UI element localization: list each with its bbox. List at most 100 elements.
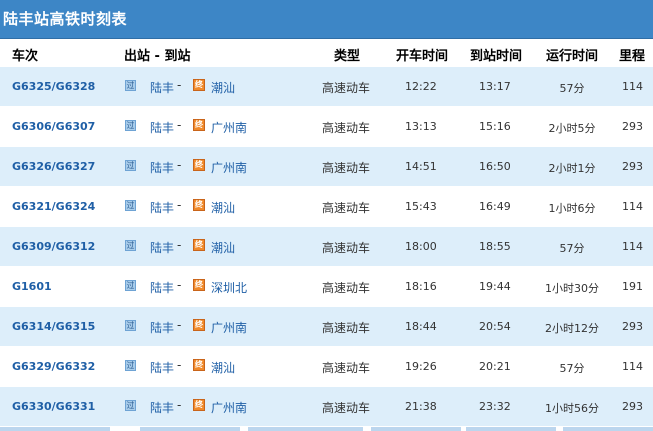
- arrival-station-link[interactable]: 潮汕: [211, 359, 235, 376]
- terminal-station-icon: 终: [193, 399, 205, 411]
- departure-station-link[interactable]: 陆丰: [150, 239, 174, 256]
- pass-station-icon: 过: [125, 280, 136, 291]
- departure-time: 14:51: [405, 160, 437, 173]
- pass-station-icon: 过: [125, 320, 136, 331]
- arrival-time: 13:17: [479, 80, 511, 93]
- table-row: G6321/G6324 过 陆丰 - 终 潮汕 高速动车 15:43 16:49…: [0, 187, 653, 227]
- departure-station-link[interactable]: 陆丰: [150, 279, 174, 296]
- route-separator: -: [177, 158, 182, 172]
- page-title: 陆丰站高铁时刻表: [3, 10, 128, 28]
- header-train: 车次: [12, 49, 39, 64]
- table-row: G6330/G6331 过 陆丰 - 终 广州南 高速动车 21:38 23:3…: [0, 387, 653, 427]
- distance: 114: [622, 80, 643, 93]
- departure-station-link[interactable]: 陆丰: [150, 199, 174, 216]
- pass-station-icon: 过: [125, 240, 136, 251]
- arrival-station-link[interactable]: 潮汕: [211, 79, 235, 96]
- train-number-link[interactable]: G6330/G6331: [12, 400, 95, 413]
- header-type: 类型: [334, 49, 361, 64]
- route-separator: -: [177, 358, 182, 372]
- train-number-link[interactable]: G6306/G6307: [12, 120, 95, 133]
- departure-station-link[interactable]: 陆丰: [150, 319, 174, 336]
- train-type: 高速动车: [322, 161, 371, 175]
- table-row: G1601 过 陆丰 - 终 深圳北 高速动车 18:16 19:44 1小时3…: [0, 267, 653, 307]
- train-number-link[interactable]: G6314/G6315: [12, 320, 95, 333]
- travel-duration: 57分: [559, 362, 585, 375]
- route-separator: -: [177, 198, 182, 212]
- arrival-time: 20:21: [479, 360, 511, 373]
- departure-time: 15:43: [405, 200, 437, 213]
- departure-time: 18:16: [405, 280, 437, 293]
- departure-station-link[interactable]: 陆丰: [150, 79, 174, 96]
- arrival-time: 16:50: [479, 160, 511, 173]
- table-header: 车次 出站 - 到站 类型 开车时间 到站时间 运行时间 里程: [0, 39, 653, 68]
- train-number-link[interactable]: G6325/G6328: [12, 80, 95, 93]
- arrival-station-link[interactable]: 广州南: [211, 399, 247, 416]
- travel-duration: 2小时1分: [548, 162, 596, 175]
- departure-time: 13:13: [405, 120, 437, 133]
- departure-station-link[interactable]: 陆丰: [150, 399, 174, 416]
- pass-station-icon: 过: [125, 360, 136, 371]
- route-separator: -: [177, 238, 182, 252]
- header-depart: 开车时间: [396, 49, 449, 64]
- route-separator: -: [177, 118, 182, 132]
- train-number-link[interactable]: G1601: [12, 280, 52, 293]
- route-separator: -: [177, 278, 182, 292]
- train-type: 高速动车: [322, 81, 371, 95]
- departure-station-link[interactable]: 陆丰: [150, 159, 174, 176]
- travel-duration: 57分: [559, 82, 585, 95]
- train-type: 高速动车: [322, 281, 371, 295]
- table-row: G6329/G6332 过 陆丰 - 终 潮汕 高速动车 19:26 20:21…: [0, 347, 653, 387]
- pass-station-icon: 过: [125, 80, 136, 91]
- arrival-time: 20:54: [479, 320, 511, 333]
- departure-time: 21:38: [405, 400, 437, 413]
- table-row: G6314/G6315 过 陆丰 - 终 广州南 高速动车 18:44 20:5…: [0, 307, 653, 347]
- travel-duration: 2小时12分: [545, 322, 599, 335]
- travel-duration: 1小时6分: [548, 202, 596, 215]
- terminal-station-icon: 终: [193, 119, 205, 131]
- terminal-station-icon: 终: [193, 319, 205, 331]
- departure-station-link[interactable]: 陆丰: [150, 359, 174, 376]
- arrival-time: 15:16: [479, 120, 511, 133]
- departure-time: 19:26: [405, 360, 437, 373]
- arrival-time: 19:44: [479, 280, 511, 293]
- arrival-station-link[interactable]: 广州南: [211, 119, 247, 136]
- timetable-body: G6325/G6328 过 陆丰 - 终 潮汕 高速动车 12:22 13:17…: [0, 67, 653, 427]
- train-type: 高速动车: [322, 201, 371, 215]
- route-separator: -: [177, 318, 182, 332]
- arrival-time: 18:55: [479, 240, 511, 253]
- arrival-station-link[interactable]: 潮汕: [211, 199, 235, 216]
- departure-time: 12:22: [405, 80, 437, 93]
- distance: 114: [622, 360, 643, 373]
- arrival-station-link[interactable]: 广州南: [211, 319, 247, 336]
- travel-duration: 2小时5分: [548, 122, 596, 135]
- train-number-link[interactable]: G6309/G6312: [12, 240, 95, 253]
- arrival-station-link[interactable]: 广州南: [211, 159, 247, 176]
- travel-duration: 1小时56分: [545, 402, 599, 415]
- train-number-link[interactable]: G6326/G6327: [12, 160, 95, 173]
- travel-duration: 1小时30分: [545, 282, 599, 295]
- distance: 191: [622, 280, 643, 293]
- terminal-station-icon: 终: [193, 239, 205, 251]
- pass-station-icon: 过: [125, 200, 136, 211]
- distance: 293: [622, 120, 643, 133]
- arrival-time: 16:49: [479, 200, 511, 213]
- terminal-station-icon: 终: [193, 79, 205, 91]
- distance: 114: [622, 240, 643, 253]
- departure-time: 18:44: [405, 320, 437, 333]
- header-distance: 里程: [619, 49, 646, 64]
- train-type: 高速动车: [322, 361, 371, 375]
- train-number-link[interactable]: G6321/G6324: [12, 200, 95, 213]
- pass-station-icon: 过: [125, 160, 136, 171]
- departure-time: 18:00: [405, 240, 437, 253]
- travel-duration: 57分: [559, 242, 585, 255]
- departure-station-link[interactable]: 陆丰: [150, 119, 174, 136]
- pass-station-icon: 过: [125, 400, 136, 411]
- train-type: 高速动车: [322, 121, 371, 135]
- pass-station-icon: 过: [125, 120, 136, 131]
- train-number-link[interactable]: G6329/G6332: [12, 360, 95, 373]
- terminal-station-icon: 终: [193, 199, 205, 211]
- terminal-station-icon: 终: [193, 359, 205, 371]
- arrival-station-link[interactable]: 潮汕: [211, 239, 235, 256]
- arrival-station-link[interactable]: 深圳北: [211, 279, 247, 296]
- route-separator: -: [177, 398, 182, 412]
